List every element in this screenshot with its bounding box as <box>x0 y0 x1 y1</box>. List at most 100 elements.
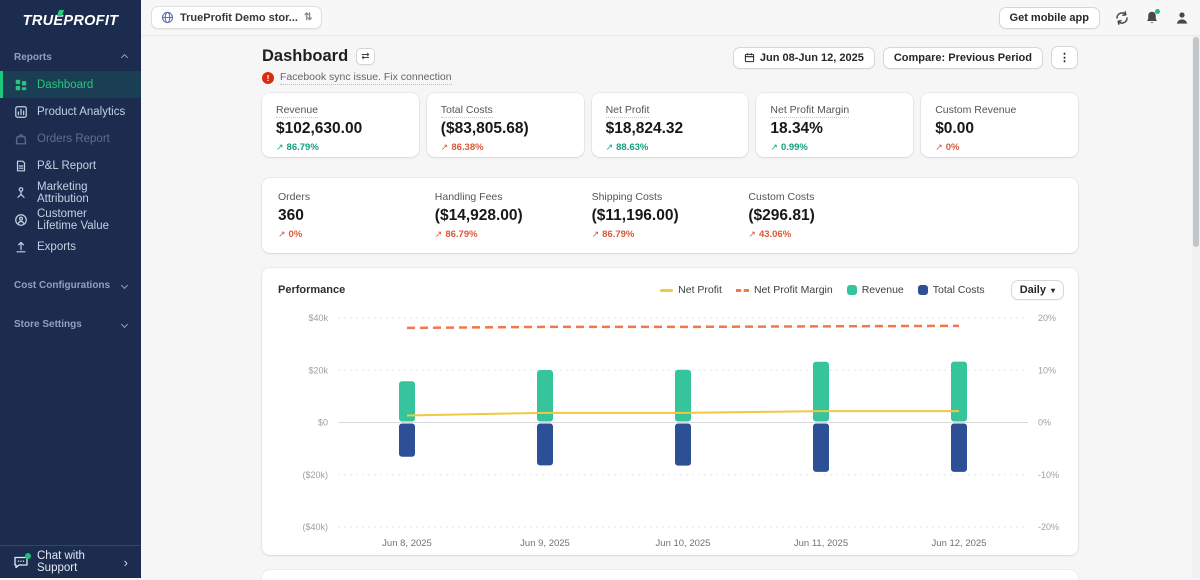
sidebar-item-label: Dashboard <box>37 79 93 91</box>
sidebar-item-customer-lifetime-value[interactable]: Customer Lifetime Value <box>0 206 141 233</box>
svg-text:$0: $0 <box>318 418 328 428</box>
scrollbar-thumb[interactable] <box>1193 37 1199 247</box>
kpi-card-revenue: Revenue $102,630.00 ↗86.79% <box>262 93 419 157</box>
globe-icon <box>161 11 174 24</box>
caret-down-icon: ▾ <box>1051 286 1055 295</box>
sidebar-section-reports[interactable]: Reports <box>0 42 141 71</box>
get-mobile-app-label: Get mobile app <box>1010 12 1089 24</box>
dashboard-grid-icon <box>14 78 28 92</box>
kpi-value: 18.34% <box>770 120 899 138</box>
metric-label: Custom Costs <box>748 191 814 203</box>
metric-orders: Orders 360 ↗0% <box>278 191 435 240</box>
notifications-bell-icon[interactable] <box>1144 10 1160 26</box>
legend-label: Net Profit <box>678 284 722 296</box>
sidebar-item-label: Orders Report <box>37 133 110 145</box>
trend-up-icon: ↗ <box>278 229 286 240</box>
legend-net-profit-margin[interactable]: Net Profit Margin <box>736 284 833 296</box>
sidebar-item-label: Customer Lifetime Value <box>37 208 130 232</box>
svg-text:($40k): ($40k) <box>302 522 328 532</box>
compare-period-button[interactable]: Compare: Previous Period <box>883 47 1043 69</box>
svg-text:($20k): ($20k) <box>302 470 328 480</box>
swap-view-button[interactable]: ⇄ <box>356 48 374 65</box>
chevron-down-icon <box>121 321 128 328</box>
svg-text:-20%: -20% <box>1038 522 1059 532</box>
sidebar-item-label: Marketing Attribution <box>37 181 130 205</box>
alert-text: Facebook sync issue. Fix connection <box>280 71 452 85</box>
legend-label: Revenue <box>862 284 904 296</box>
sidebar-item-dashboard[interactable]: Dashboard <box>0 71 141 98</box>
kpi-label[interactable]: Revenue <box>276 104 318 118</box>
svg-text:Jun 11, 2025: Jun 11, 2025 <box>794 538 848 549</box>
date-range-label: Jun 08-Jun 12, 2025 <box>760 52 864 64</box>
svg-text:Jun 10, 2025: Jun 10, 2025 <box>656 538 711 549</box>
sidebar-item-label: P&L Report <box>37 160 96 172</box>
kpi-row: Revenue $102,630.00 ↗86.79% Total Costs … <box>262 93 1078 157</box>
store-selector[interactable]: TrueProfit Demo stor... ⇅ <box>151 6 322 29</box>
metric-value: ($11,196.00) <box>592 207 749 225</box>
online-status-dot <box>25 553 31 559</box>
svg-text:Jun 9, 2025: Jun 9, 2025 <box>520 538 570 549</box>
metric-custom-costs: Custom Costs ($296.81) ↗43.06% <box>748 191 905 240</box>
trend-up-icon: ↗ <box>606 142 614 153</box>
metric-label: Orders <box>278 191 310 203</box>
kpi-change-badge: ↗86.38% <box>441 142 570 153</box>
metric-value: 360 <box>278 207 435 225</box>
svg-text:20%: 20% <box>1038 313 1056 323</box>
main-content: Dashboard ⇄ Jun 08-Jun 12, 2025 Compare:… <box>262 36 1078 578</box>
metric-value: ($14,928.00) <box>435 207 592 225</box>
svg-text:Jun 8, 2025: Jun 8, 2025 <box>382 538 432 549</box>
sidebar-section-store-settings[interactable]: Store Settings <box>0 309 141 338</box>
kpi-label[interactable]: Total Costs <box>441 104 493 118</box>
kpi-card-net-profit: Net Profit $18,824.32 ↗88.63% <box>592 93 749 157</box>
more-options-button[interactable]: ⋮ <box>1051 46 1078 69</box>
kpi-value: $102,630.00 <box>276 120 405 138</box>
kpi-change-badge: ↗88.63% <box>606 142 735 153</box>
legend-revenue[interactable]: Revenue <box>847 284 904 296</box>
chevron-right-icon: › <box>124 555 128 570</box>
svg-text:$20k: $20k <box>308 365 328 375</box>
chat-with-support-button[interactable]: Chat with Support › <box>0 545 141 578</box>
trend-up-icon: ↗ <box>435 229 443 240</box>
next-card-edge <box>262 570 1078 580</box>
trueprofit-logo: TRUEPROFIT <box>0 0 141 42</box>
kpi-label[interactable]: Custom Revenue <box>935 104 1016 116</box>
interval-label: Daily <box>1020 284 1046 296</box>
kpi-label[interactable]: Net Profit Margin <box>770 104 849 118</box>
sort-arrows-icon: ⇅ <box>304 12 312 23</box>
sidebar-section-cost-configurations[interactable]: Cost Configurations <box>0 270 141 299</box>
metric-value: ($296.81) <box>748 207 905 225</box>
performance-card: Performance Net Profit Net Profit Margin… <box>262 268 1078 555</box>
kpi-change-badge: ↗86.79% <box>276 142 405 153</box>
kpi-value: $18,824.32 <box>606 120 735 138</box>
kebab-icon: ⋮ <box>1059 51 1070 64</box>
metric-label: Handling Fees <box>435 191 503 203</box>
account-person-icon[interactable] <box>1174 10 1190 26</box>
sync-icon[interactable] <box>1114 10 1130 26</box>
scrollbar-track[interactable] <box>1192 36 1200 578</box>
dash-swatch-icon <box>736 289 749 292</box>
svg-text:Jun 12, 2025: Jun 12, 2025 <box>932 538 987 549</box>
facebook-sync-alert[interactable]: ! Facebook sync issue. Fix connection <box>262 71 452 85</box>
topbar: TrueProfit Demo stor... ⇅ Get mobile app <box>141 0 1200 36</box>
interval-dropdown[interactable]: Daily ▾ <box>1011 280 1064 300</box>
svg-text:10%: 10% <box>1038 365 1056 375</box>
legend-total-costs[interactable]: Total Costs <box>918 284 985 296</box>
get-mobile-app-button[interactable]: Get mobile app <box>999 7 1100 29</box>
kpi-card-total-costs: Total Costs ($83,805.68) ↗86.38% <box>427 93 584 157</box>
metric-label: Shipping Costs <box>592 191 663 203</box>
sidebar-item-pnl-report[interactable]: P&L Report <box>0 152 141 179</box>
swap-icon: ⇄ <box>361 51 369 62</box>
metric-change-badge: ↗43.06% <box>748 229 905 240</box>
sidebar-item-orders-report[interactable]: Orders Report <box>0 125 141 152</box>
legend-net-profit[interactable]: Net Profit <box>660 284 722 296</box>
kpi-label[interactable]: Net Profit <box>606 104 650 118</box>
sidebar-item-product-analytics[interactable]: Product Analytics <box>0 98 141 125</box>
trend-up-icon: ↗ <box>276 142 284 153</box>
date-range-button[interactable]: Jun 08-Jun 12, 2025 <box>733 47 875 69</box>
sidebar-item-marketing-attribution[interactable]: Marketing Attribution <box>0 179 141 206</box>
sidebar-item-exports[interactable]: Exports <box>0 233 141 260</box>
svg-text:$40k: $40k <box>308 313 328 323</box>
chart-title: Performance <box>278 284 345 296</box>
performance-chart[interactable]: $40k20%$20k10%$00%($20k)-10%($40k)-20%Ju… <box>268 306 1068 552</box>
analytics-icon <box>14 105 28 119</box>
